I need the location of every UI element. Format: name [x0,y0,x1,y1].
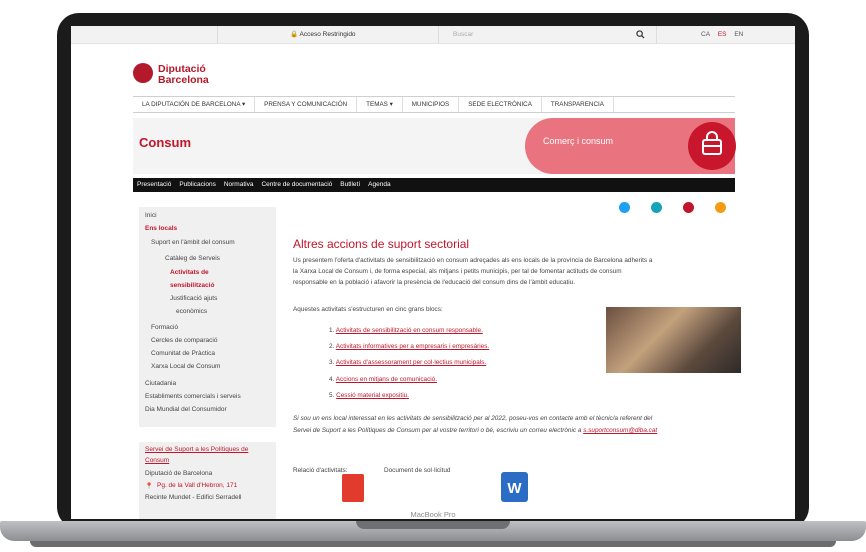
email-link[interactable]: s.suportconsum@diba.cat [583,427,657,434]
sidebar-item-ens-locals[interactable]: Ens locals [145,225,177,232]
nav-municipios[interactable]: MUNICIPIOS [403,97,460,112]
search-placeholder: Buscar [453,31,474,38]
contact-building: Recinte Mundet - Edifici Serradell [145,494,242,501]
sidebar-item-economics: econòmics [176,308,208,315]
sidebar-item-justificacio[interactable]: Justificació ajuts [170,295,217,302]
section-title: Consum [139,135,191,150]
lang-es[interactable]: ES [718,31,727,38]
contact-org: Diputació de Barcelona [145,470,213,477]
telegram-icon[interactable] [651,202,662,213]
nav-prensa[interactable]: PRENSA Y COMUNICACIÓN [255,97,358,112]
contact-address[interactable]: Pg. de la Vall d'Hebron, 171 [157,482,237,489]
list-link[interactable]: Activitats informatives per a empresaris… [336,343,489,350]
conference-photo [606,307,741,373]
lang-ca[interactable]: CA [701,31,710,38]
subnav-agenda[interactable]: Agenda [364,178,394,192]
laptop-base-shadow [30,541,836,547]
nav-temas[interactable]: TEMAS ▾ [357,97,403,112]
contact-service-link-2[interactable]: Consum [145,457,169,464]
sidebar-item-xarxa[interactable]: Xarxa Local de Consum [151,363,220,370]
logo-mark-icon [133,63,153,83]
blocks-intro: Aquestes activitats s'estructuren en cin… [293,306,443,313]
section-banner: Consum Comerç i consum [133,118,736,174]
language-switcher: CA ES EN [701,26,749,44]
sidebar-item-sensibilitzacio: sensibilització [170,282,215,289]
list-number: 1. [329,327,335,334]
rss-icon[interactable] [715,202,726,213]
intro-line-3: responsable en la població i afavorir la… [293,279,576,286]
activities-label: Relació d'activitats: [293,467,348,474]
intro-line-2: la Xarxa Local de Consum i, de forma esp… [293,268,622,275]
subnav-publicacions[interactable]: Publicacions [175,178,220,192]
list-item[interactable]: 1. Activitats de sensibilització en cons… [329,327,483,334]
map-pin-icon: 📍 [145,483,154,490]
sidebar-item-cataleg[interactable]: Catàleg de Serveis [165,255,220,262]
list-number: 5. [329,392,335,399]
sidebar-item-cercles[interactable]: Cercles de comparació [151,337,217,344]
list-link[interactable]: Cessió material expositiu. [336,392,409,399]
contact-note-text: Servei de Suport a les Polítiques de Con… [293,427,582,434]
list-number: 3. [329,359,335,366]
intro-line-1: Us presentem l'oferta d'activitats de se… [293,257,653,264]
top-bar: 🔒 Acceso Restringido Buscar CA ES EN [71,26,795,44]
sidebar-item-formacio[interactable]: Formació [151,324,178,331]
device-label: MacBook Pro [410,510,456,519]
lock-icon: 🔒 [290,31,299,38]
search-icon[interactable] [636,30,645,39]
laptop-base-notch [356,521,510,529]
page-title: Altres accions de suport sectorial [293,237,470,251]
subnav-presentacio[interactable]: Presentació [133,178,175,192]
search-input[interactable]: Buscar [443,26,657,44]
list-number: 2. [329,343,335,350]
contact-note-line-1: Si sou un ens local interessat en les ac… [293,415,653,422]
word-icon[interactable]: W [501,472,528,502]
nav-sede[interactable]: SEDE ELECTRÓNICA [459,97,542,112]
sidebar-item-inici[interactable]: Inici [145,212,157,219]
subnav-normativa[interactable]: Normativa [220,178,258,192]
sidebar-item-ciutadania[interactable]: Ciutadania [145,380,176,387]
svg-text:W: W [507,480,522,497]
sidebar-item-comunitat[interactable]: Comunitat de Pràctica [151,350,215,357]
list-item[interactable]: 4. Accions en mitjans de comunicació. [329,376,437,383]
nav-transparencia[interactable]: TRANSPARENCIA [542,97,614,112]
main-nav: LA DIPUTACIÓN DE BARCELONA ▾ PRENSA Y CO… [133,96,735,113]
sidebar-item-establiments[interactable]: Establiments comercials i serveis [145,393,241,400]
browser-screen: 🔒 Acceso Restringido Buscar CA ES EN Dip… [71,26,795,519]
twitter-icon[interactable] [619,202,630,213]
sidebar-item-suport[interactable]: Suport en l'àmbit del consum [151,239,235,246]
contact-service-link[interactable]: Servei de Suport a les Polítiques de [145,446,248,453]
laptop-frame: 🔒 Acceso Restringido Buscar CA ES EN Dip… [0,0,866,552]
subnav-documentacio[interactable]: Centre de documentació [257,178,336,192]
list-number: 4. [329,376,335,383]
list-link[interactable]: Activitats d'assessorament per col·lecti… [336,359,486,366]
restricted-access-label: Acceso Restringido [299,31,356,38]
list-item[interactable]: 3. Activitats d'assessorament per col·le… [329,359,486,366]
sub-nav: Presentació Publicacions Normativa Centr… [133,178,735,192]
newsletter-icon[interactable] [683,202,694,213]
banner-pill-label: Comerç i consum [543,136,614,146]
sidebar-item-dia-mundial[interactable]: Dia Mundial del Consumidor [145,406,227,413]
list-item[interactable]: 2. Activitats informatives per a empresa… [329,343,489,350]
logo-text-line2: Barcelona [158,74,209,86]
list-item[interactable]: 5. Cessió material expositiu. [329,392,409,399]
contact-box [139,442,276,519]
lang-en[interactable]: EN [734,31,743,38]
request-doc-label: Document de sol·licitud [384,467,451,474]
subnav-butlleti[interactable]: Butlletí [336,178,364,192]
list-link[interactable]: Activitats de sensibilització en consum … [336,327,483,334]
shopping-basket-icon [688,122,736,170]
sidebar-item-activitats[interactable]: Activitats de [170,269,209,276]
list-link[interactable]: Accions en mitjans de comunicació. [336,376,437,383]
contact-note-line-2: Servei de Suport a les Polítiques de Con… [293,427,657,434]
restricted-access-link[interactable]: 🔒 Acceso Restringido [217,26,439,44]
nav-diputacion[interactable]: LA DIPUTACIÓN DE BARCELONA ▾ [133,97,256,112]
pdf-icon[interactable] [342,474,364,502]
